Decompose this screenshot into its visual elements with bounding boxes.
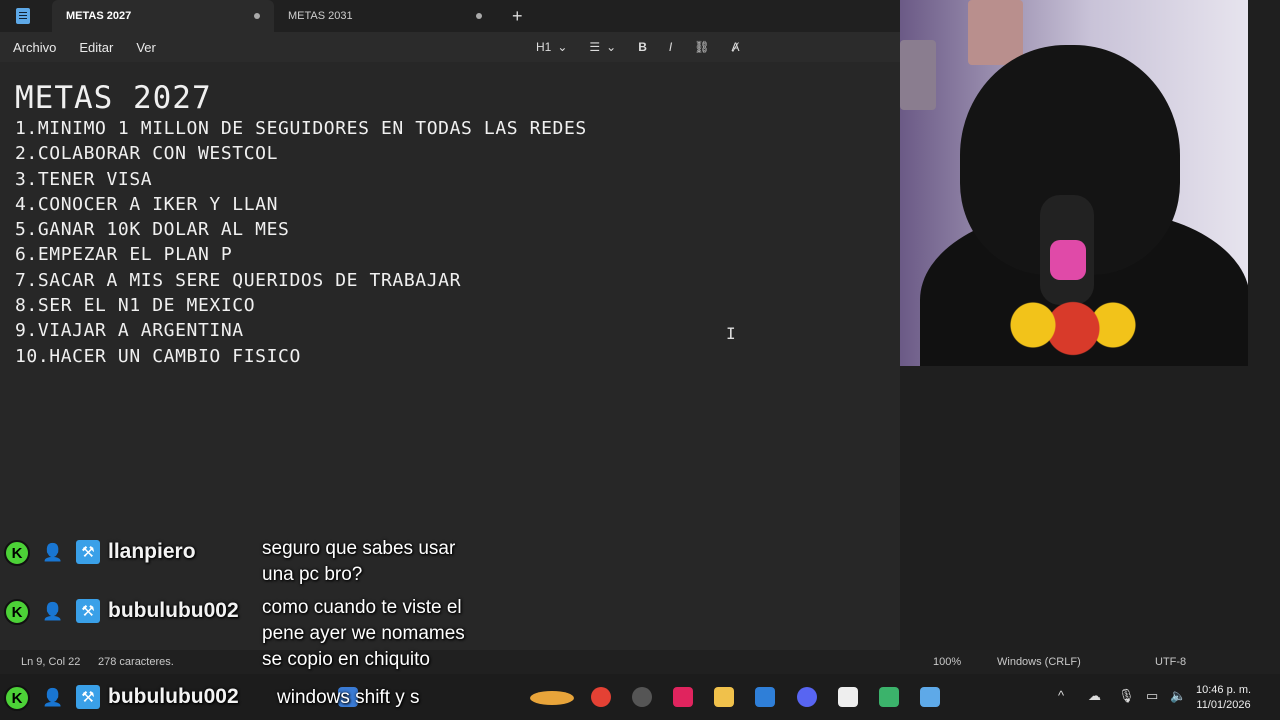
wall-poster: [968, 0, 1023, 65]
discord-icon[interactable]: [797, 687, 817, 707]
menu-editar[interactable]: Editar: [79, 40, 113, 55]
document-line: 2.COLABORAR CON WESTCOL: [15, 143, 279, 165]
chrome-icon[interactable]: [591, 687, 611, 707]
document-line: 10.HACER UN CAMBIO FISICO: [15, 345, 301, 367]
link-button[interactable]: ⛓: [694, 40, 709, 54]
chat-text: como cuando te viste el pene ayer we nom…: [262, 597, 465, 670]
list-icon: ☰: [589, 40, 601, 54]
capcut-icon[interactable]: [838, 687, 858, 707]
menu-ver[interactable]: Ver: [136, 40, 156, 55]
bold-icon: B: [638, 40, 647, 54]
encoding[interactable]: UTF-8: [1155, 656, 1186, 668]
tab-metas-2031[interactable]: METAS 2031: [274, 0, 496, 32]
chat-message: K 👤 ⚒ bubulubu002: [4, 599, 239, 625]
menubar: Archivo Editar Ver: [0, 32, 900, 62]
document-line: 4.CONOCER A IKER Y LLAN: [15, 193, 279, 215]
chevron-down-icon: ⌄: [606, 40, 617, 54]
document-line: 1.MINIMO 1 MILLON DE SEGUIDORES EN TODAS…: [15, 118, 587, 139]
tab-label: METAS 2031: [288, 10, 353, 22]
app-icon[interactable]: [879, 687, 899, 707]
italic-icon: I: [668, 40, 673, 54]
chat-username: bubulubu002: [108, 685, 239, 708]
tab-metas-2027[interactable]: METAS 2027: [52, 0, 274, 32]
clock-date: 11/01/2026: [1196, 699, 1251, 711]
user-icon: 👤: [42, 543, 64, 562]
notepad-app-icon: [16, 8, 30, 24]
char-count: 278 caracteres.: [98, 656, 174, 668]
unsaved-dot-icon[interactable]: [254, 13, 260, 19]
chat-username: bubulubu002: [108, 599, 239, 622]
document-line: 7.SACAR A MIS SERE QUERIDOS DE TRABAJAR: [15, 269, 462, 291]
clear-format-button[interactable]: Ⱥ: [731, 40, 739, 54]
link-icon: ⛓: [694, 40, 710, 54]
statusbar: Ln 9, Col 22 278 caracteres. 100% Window…: [0, 650, 1280, 674]
chat-message: K 👤 ⚒ bubulubu002: [4, 685, 239, 711]
wall-poster: [900, 40, 936, 110]
document-line: 8.SER EL N1 DE MEXICO: [15, 295, 256, 317]
mic-icon[interactable]: 🎙: [1118, 688, 1135, 704]
user-icon: 👤: [42, 688, 64, 707]
clock-time: 10:46 p. m.: [1196, 684, 1252, 696]
chevron-up-icon[interactable]: ^: [1058, 688, 1064, 703]
heading-dropdown[interactable]: H1 ⌄: [536, 40, 567, 54]
file-explorer-icon[interactable]: [714, 687, 734, 707]
chat-username: llanpiero: [108, 540, 196, 563]
text-cursor-icon: I: [726, 324, 736, 343]
store-icon[interactable]: [755, 687, 775, 707]
document-line: 6.EMPEZAR EL PLAN P: [15, 244, 233, 266]
chevron-down-icon: ⌄: [557, 40, 568, 54]
zoom-level[interactable]: 100%: [933, 656, 961, 668]
new-tab-button[interactable]: +: [512, 6, 523, 27]
heading-label: H1: [536, 40, 552, 54]
shirt-print: [985, 290, 1145, 360]
network-icon[interactable]: ☁: [1088, 688, 1101, 704]
wifi-icon[interactable]: ▭: [1146, 688, 1158, 704]
tab-label: METAS 2027: [66, 10, 132, 22]
volume-icon[interactable]: 🔈: [1170, 688, 1186, 704]
moderator-icon: ⚒: [76, 599, 100, 623]
line-ending[interactable]: Windows (CRLF): [997, 656, 1081, 668]
widget-icon[interactable]: [530, 691, 574, 705]
tiktok-icon[interactable]: [673, 687, 693, 707]
user-icon: 👤: [42, 602, 64, 621]
chat-message: K 👤 ⚒ llanpiero: [4, 540, 196, 566]
unsaved-dot-icon[interactable]: [476, 13, 482, 19]
document-line: 5.GANAR 10K DOLAR AL MES: [15, 219, 290, 241]
clear-format-icon: Ⱥ: [731, 40, 740, 54]
bold-button[interactable]: B: [638, 40, 647, 54]
document-lines: 1.MINIMO 1 MILLON DE SEGUIDORES EN TODAS…: [15, 116, 900, 369]
kick-badge-icon: K: [4, 685, 30, 711]
cursor-position: Ln 9, Col 22: [21, 656, 81, 668]
microphone-cover: [1050, 240, 1086, 280]
kick-badge-icon: K: [4, 540, 30, 566]
document-title: METAS 2027: [15, 80, 212, 116]
notepad-tabbar: METAS 2027 METAS 2031 +: [0, 0, 900, 32]
format-toolbar: H1 ⌄ ☰ ⌄ B I ⛓ Ⱥ: [536, 32, 740, 62]
moderator-icon: ⚒: [76, 540, 100, 564]
chat-text: seguro que sabes usar una pc bro?: [262, 538, 456, 585]
notepad-taskbar-icon[interactable]: [920, 687, 940, 707]
chat-text: windows shift y s: [277, 687, 420, 708]
webcam-overlay: [900, 0, 1248, 366]
obs-icon[interactable]: [632, 687, 652, 707]
list-dropdown[interactable]: ☰ ⌄: [589, 40, 616, 54]
clock[interactable]: 10:46 p. m. 11/01/2026: [1196, 683, 1251, 713]
italic-button[interactable]: I: [669, 40, 672, 54]
menu-archivo[interactable]: Archivo: [13, 40, 56, 55]
screen: METAS 2027 METAS 2031 + Archivo Editar V…: [0, 0, 1280, 720]
kick-badge-icon: K: [4, 599, 30, 625]
document-line: 3.TENER VISA: [15, 168, 153, 190]
moderator-icon: ⚒: [76, 685, 100, 709]
document-line: 9.VIAJAR A ARGENTINA: [15, 320, 244, 342]
